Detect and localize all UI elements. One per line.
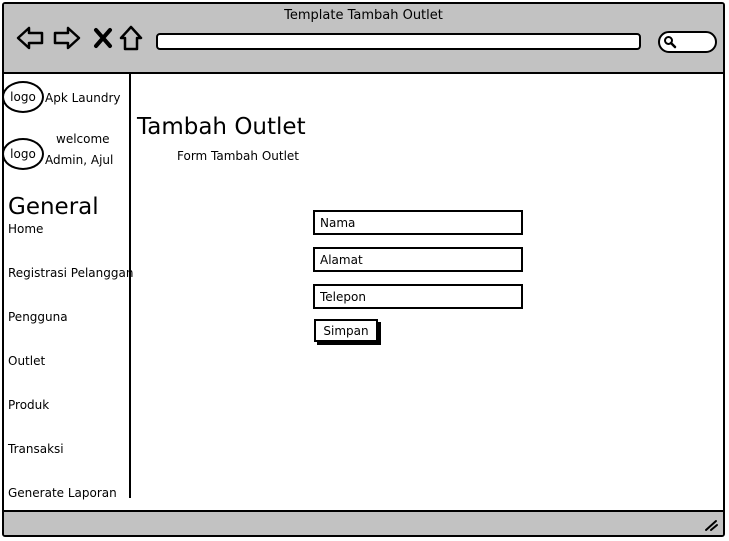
user-name: Admin, Ajul xyxy=(45,153,114,167)
forward-button[interactable] xyxy=(53,24,81,52)
sidebar-item-home[interactable]: Home xyxy=(8,222,43,236)
resize-grip-icon[interactable] xyxy=(703,518,719,532)
forward-icon xyxy=(53,26,81,50)
welcome-text: welcome xyxy=(56,132,110,146)
alamat-input[interactable] xyxy=(313,247,523,272)
stop-button[interactable] xyxy=(89,24,117,52)
home-button[interactable] xyxy=(117,24,145,52)
page-subtitle: Form Tambah Outlet xyxy=(177,149,299,163)
sidebar-item-produk[interactable]: Produk xyxy=(8,398,49,412)
window-title: Template Tambah Outlet xyxy=(284,8,443,23)
section-heading: General xyxy=(8,194,99,220)
sidebar-item-transaksi[interactable]: Transaksi xyxy=(8,442,64,456)
browser-toolbar: Template Tambah Outlet xyxy=(4,4,723,74)
sidebar-item-pengguna[interactable]: Pengguna xyxy=(8,310,68,324)
app-name: Apk Laundry xyxy=(45,91,121,105)
browser-window: Template Tambah Outlet logo Apk Laundry … xyxy=(2,2,725,537)
simpan-button[interactable]: Simpan xyxy=(314,319,378,342)
close-icon xyxy=(94,28,112,48)
app-logo: logo xyxy=(4,81,44,113)
search-icon xyxy=(664,36,677,49)
sidebar-item-generate-laporan[interactable]: Generate Laporan xyxy=(8,486,117,500)
back-icon xyxy=(16,26,44,50)
url-bar[interactable] xyxy=(156,33,641,50)
sidebar: logo Apk Laundry logo welcome Admin, Aju… xyxy=(4,74,133,500)
main-content: Tambah Outlet Form Tambah Outlet Simpan xyxy=(131,74,723,498)
status-bar xyxy=(4,510,723,535)
home-icon xyxy=(119,25,143,51)
page-title: Tambah Outlet xyxy=(137,114,306,140)
search-box[interactable] xyxy=(658,31,717,53)
nama-input[interactable] xyxy=(313,210,523,235)
user-avatar: logo xyxy=(4,138,44,170)
telepon-input[interactable] xyxy=(313,284,523,309)
sidebar-item-registrasi-pelanggan[interactable]: Registrasi Pelanggan xyxy=(8,266,133,280)
back-button[interactable] xyxy=(16,24,44,52)
sidebar-item-outlet[interactable]: Outlet xyxy=(8,354,45,368)
